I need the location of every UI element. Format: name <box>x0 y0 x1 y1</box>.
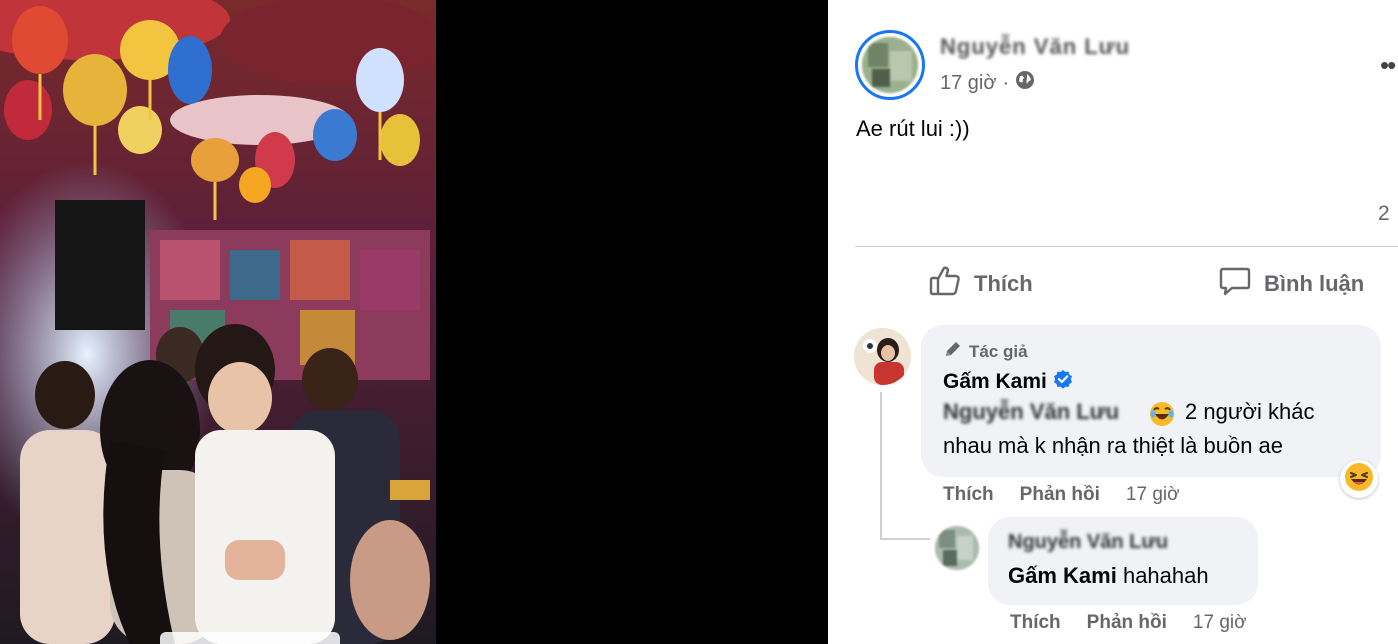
replier-avatar[interactable] <box>935 526 979 570</box>
laughing-face-icon <box>1149 401 1175 432</box>
like-label: Thích <box>974 271 1033 296</box>
laughing-face-icon <box>1344 462 1374 497</box>
author-tag: Tác giả <box>943 339 1028 364</box>
party-scene-image <box>0 0 436 644</box>
author-tag-label: Tác giả <box>969 341 1028 361</box>
comment-time[interactable]: 17 giờ <box>1126 484 1180 506</box>
comment-icon <box>1218 264 1252 304</box>
reply-bubble: Nguyễn Văn Lưu Gấm Kami hahahah <box>988 517 1258 605</box>
comment-label: Bình luận <box>1264 271 1365 296</box>
post-panel: Nguyễn Văn Lưu 17 giờ · •• Ae rút lui :)… <box>828 0 1398 644</box>
commenter-name-text[interactable]: Gấm Kami <box>943 370 1047 394</box>
pencil-icon <box>943 339 963 364</box>
reply-reply-link[interactable]: Phản hồi <box>1087 612 1167 634</box>
reply-text: Gấm Kami hahahah <box>1008 563 1209 589</box>
commenter-name[interactable]: Gấm Kami <box>943 369 1073 395</box>
thread-line <box>880 392 882 540</box>
comment-actions: Thích Phản hồi 17 giờ <box>943 484 1180 506</box>
post-photo[interactable] <box>0 0 436 644</box>
comment-reaction-badge[interactable] <box>1340 460 1378 498</box>
media-viewer <box>0 0 828 644</box>
post-time[interactable]: 17 giờ <box>940 72 996 95</box>
like-button[interactable]: Thích <box>928 262 1033 306</box>
commenter-avatar[interactable] <box>854 328 911 385</box>
globe-icon[interactable] <box>1015 70 1035 96</box>
reply-actions: Thích Phản hồi 17 giờ <box>1010 612 1247 634</box>
mention-link[interactable]: Gấm Kami <box>1008 563 1117 588</box>
comment-reply-link[interactable]: Phản hồi <box>1020 484 1100 506</box>
divider <box>855 246 1398 247</box>
replier-name[interactable]: Nguyễn Văn Lưu <box>1008 531 1168 554</box>
reply-like-link[interactable]: Thích <box>1010 612 1061 634</box>
comment-text: nhau mà k nhận ra thiệt là buồn ae <box>943 433 1284 458</box>
comment-like-link[interactable]: Thích <box>943 484 994 506</box>
post-text: Ae rút lui :)) <box>856 116 970 141</box>
thread-line-branch <box>880 538 930 540</box>
meta-separator: · <box>1002 71 1010 94</box>
author-name[interactable]: Nguyễn Văn Lưu <box>940 34 1130 60</box>
comment-text: 2 người khác <box>1185 399 1315 424</box>
more-horizontal-icon[interactable]: •• <box>1380 50 1396 81</box>
thumbs-up-icon <box>928 264 962 304</box>
comment-button[interactable]: Bình luận <box>1218 262 1364 306</box>
comment-bubble: Tác giả Gấm Kami Nguyễn Văn Lưu 2 người … <box>921 325 1381 477</box>
author-avatar[interactable] <box>862 37 918 93</box>
mention-link[interactable]: Nguyễn Văn Lưu <box>943 399 1119 425</box>
video-caption-strip <box>160 632 340 644</box>
reply-body: hahahah <box>1122 563 1209 588</box>
reply-time[interactable]: 17 giờ <box>1193 612 1247 634</box>
reaction-count[interactable]: 2 <box>1378 202 1390 226</box>
verified-badge-icon <box>1053 369 1073 395</box>
post-meta: 17 giờ · <box>940 70 1035 96</box>
